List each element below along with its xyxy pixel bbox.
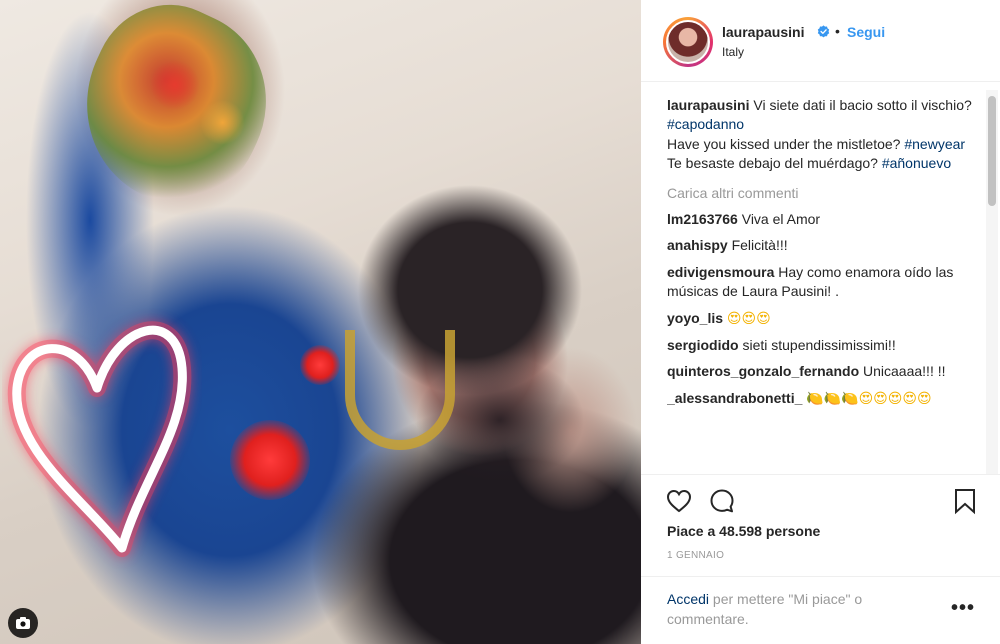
- red-flower-pattern: [230, 420, 310, 500]
- comment-text: 😍😍😍: [726, 310, 771, 327]
- post-location[interactable]: Italy: [722, 45, 744, 59]
- profile-picture: [666, 20, 710, 64]
- comment-item: edivigensmoura Hay como enamora oído las…: [667, 263, 977, 302]
- comment-username[interactable]: anahispy: [667, 237, 728, 253]
- heart-outline-icon[interactable]: [665, 487, 693, 515]
- comment-text: Unicaaaa!!! !!: [863, 363, 946, 380]
- post-actions: Piace a 48.598 persone 1 GENNAIO: [641, 474, 1000, 564]
- flower-bouquet: [53, 0, 297, 230]
- comment-item: yoyo_lis 😍😍😍: [667, 309, 977, 329]
- bookmark-icon[interactable]: [951, 487, 979, 515]
- camera-icon[interactable]: [8, 608, 38, 638]
- avatar[interactable]: [663, 17, 713, 67]
- comment-username[interactable]: quinteros_gonzalo_fernando: [667, 363, 859, 379]
- comment-text: Viva el Amor: [741, 211, 821, 228]
- post-date[interactable]: 1 GENNAIO: [667, 550, 724, 561]
- post-footer: Accedi per mettere "Mi piace" o commenta…: [641, 576, 1000, 644]
- load-more-comments-button[interactable]: Carica altri commenti: [667, 184, 977, 203]
- flower-accent: [150, 60, 200, 110]
- post-header: laurapausini • Segui Italy: [641, 0, 1000, 82]
- scrollbar-thumb[interactable]: [988, 96, 996, 206]
- post-caption: laurapausini Vi siete dati il bacio sott…: [667, 96, 977, 174]
- comment-text: Felicità!!!: [731, 237, 788, 254]
- caption-text: Vi siete dati il bacio sotto il vischio?: [753, 97, 972, 113]
- comment-text: sieti stupendissimissimi!!: [742, 337, 896, 354]
- red-flower-pattern: [300, 345, 340, 385]
- post-photo[interactable]: [0, 0, 641, 644]
- likes-count[interactable]: Piace a 48.598 persone: [667, 523, 820, 539]
- verified-badge-icon: [817, 25, 830, 38]
- comment-bubble-icon[interactable]: [708, 487, 736, 515]
- comments-list: laurapausini Vi siete dati il bacio sott…: [667, 96, 977, 470]
- comment-item: lm2163766 Viva el Amor: [667, 210, 977, 229]
- hashtag-link[interactable]: #capodanno: [667, 116, 744, 132]
- more-options-icon[interactable]: •••: [951, 598, 975, 618]
- comment-item: anahispy Felicità!!!: [667, 236, 977, 255]
- comment-username[interactable]: lm2163766: [667, 211, 738, 227]
- comment-item: quinteros_gonzalo_fernando Unicaaaa!!! !…: [667, 362, 977, 381]
- hashtag-link[interactable]: #añonuevo: [882, 155, 951, 171]
- hashtag-link[interactable]: #newyear: [904, 136, 965, 152]
- comment-username[interactable]: _alessandrabonetti_: [667, 390, 802, 406]
- gold-necklace: [345, 330, 455, 450]
- post-sidebar: laurapausini • Segui Italy laurapausini …: [641, 0, 1000, 644]
- follow-button[interactable]: Segui: [847, 24, 885, 40]
- flower-accent: [200, 100, 245, 145]
- comment-item: _alessandrabonetti_ 🍋🍋🍋😍😍😍😍😍: [667, 389, 977, 409]
- comment-username[interactable]: yoyo_lis: [667, 310, 723, 326]
- caption-text: Te besaste debajo del muérdago?: [667, 155, 878, 172]
- login-link[interactable]: Accedi: [667, 591, 709, 607]
- post-username[interactable]: laurapausini: [722, 24, 804, 40]
- separator-dot: •: [835, 23, 840, 39]
- caption-username[interactable]: laurapausini: [667, 97, 749, 113]
- comment-item: sergiodido sieti stupendissimissimi!!: [667, 336, 977, 355]
- login-prompt: Accedi per mettere "Mi piace" o commenta…: [667, 590, 917, 629]
- caption-text: Have you kissed under the mistletoe?: [667, 135, 901, 152]
- comments-scrollbar[interactable]: [986, 90, 998, 475]
- comment-username[interactable]: sergiodido: [667, 337, 739, 353]
- comment-text: 🍋🍋🍋😍😍😍😍😍: [806, 390, 932, 407]
- comment-username[interactable]: edivigensmoura: [667, 264, 774, 280]
- heart-sticker-icon: [7, 321, 192, 557]
